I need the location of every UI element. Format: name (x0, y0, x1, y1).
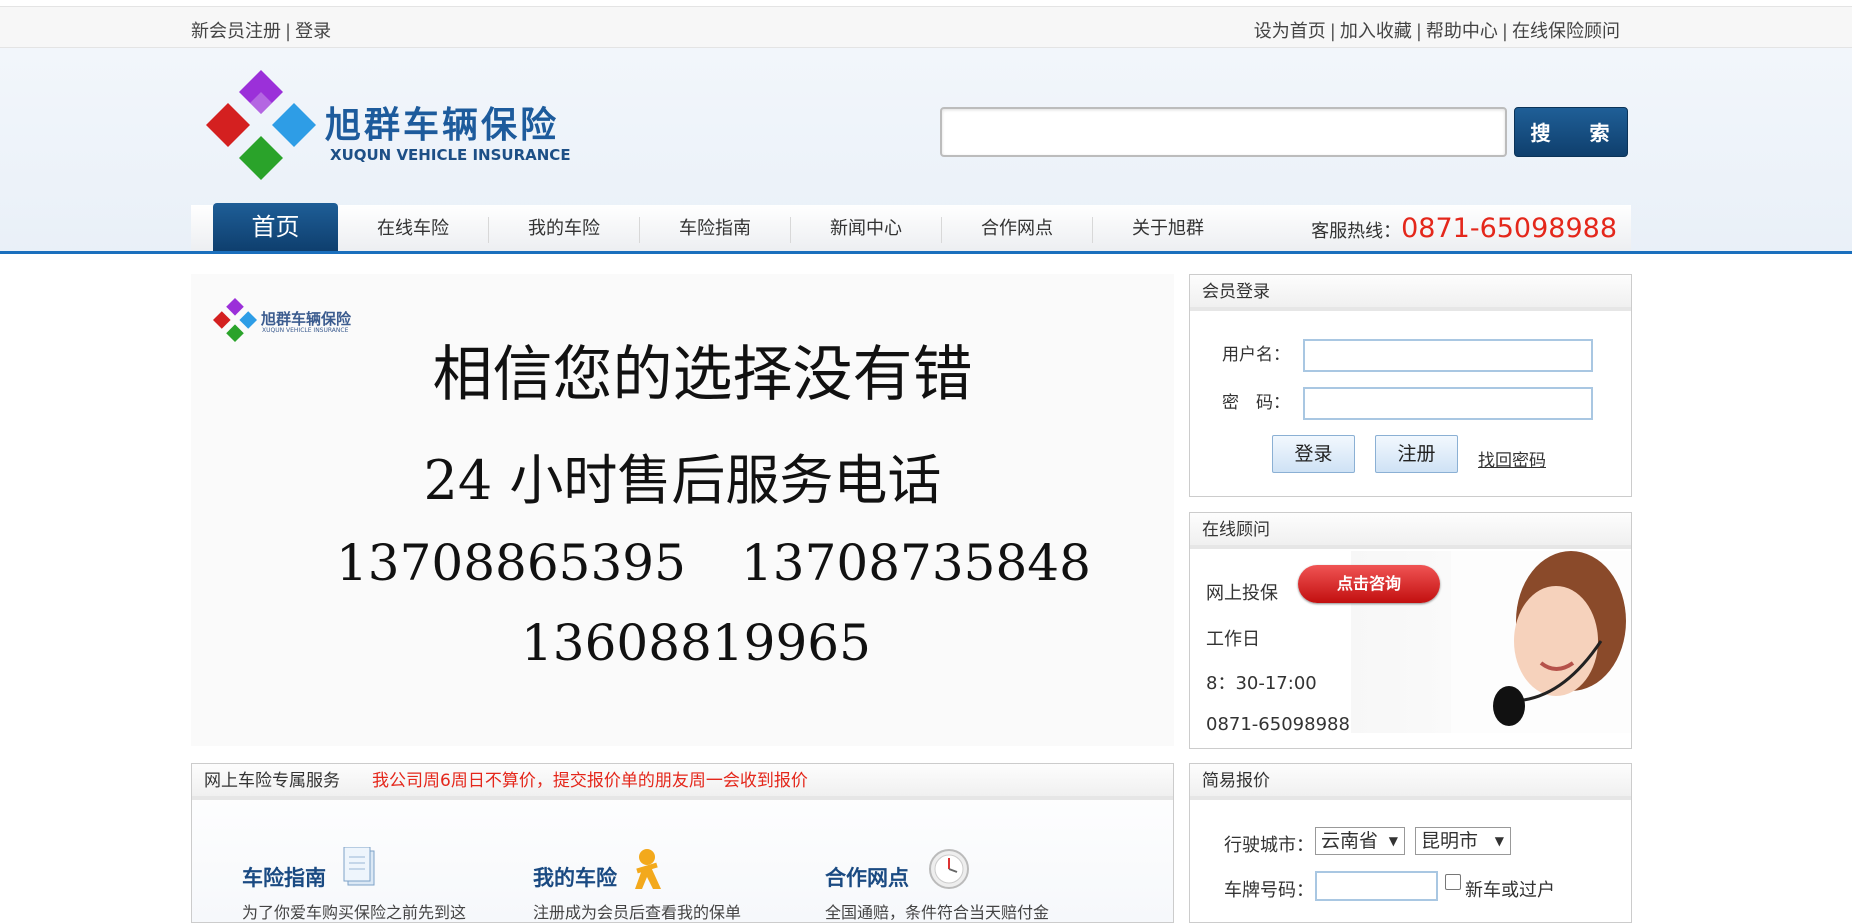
search-button[interactable]: 搜 索 (1514, 107, 1628, 157)
plate-number-input[interactable] (1315, 871, 1438, 901)
banner-service-title: 24 小时售后服务电话 (423, 449, 942, 512)
online-advisor-panel: 在线顾问 网上投保 点击咨询 工作日 8：30-17:00 0871-65098… (1189, 512, 1632, 749)
login-link[interactable]: 登录 (295, 21, 331, 42)
separator: | (285, 21, 292, 42)
clock-icon (929, 849, 969, 889)
advisor-panel-title: 在线顾问 (1190, 513, 1631, 549)
service-my-insurance-title[interactable]: 我的车险 (533, 862, 617, 892)
hotline-label: 客服热线： (1311, 221, 1402, 242)
member-links: 新会员注册 | 登录 (191, 17, 331, 43)
quick-quote-panel: 简易报价 行驶城市： 云南省 ▼ 昆明市 ▼ 车牌号码： 新车或过户 (1189, 763, 1632, 923)
username-label: 用户名： (1222, 345, 1290, 365)
banner-phone: 13608819965 (521, 614, 871, 672)
hero-banner[interactable]: 旭群车辆保险 XUQUN VEHICLE INSURANCE 相信您的选择没有错… (191, 274, 1174, 746)
brand-logo-icon[interactable] (206, 70, 316, 180)
register-button[interactable]: 注册 (1375, 435, 1458, 473)
register-link[interactable]: 新会员注册 (191, 21, 281, 42)
brand-name-en: XUQUN VEHICLE INSURANCE (330, 146, 571, 164)
online-insure-label: 网上投保 (1206, 583, 1278, 604)
document-icon (343, 847, 375, 886)
utility-links: 设为首页 | 加入收藏 | 帮助中心 | 在线保险顾问 (1254, 17, 1620, 43)
member-login-panel: 会员登录 用户名： 密 码： 登录 注册 找回密码 (1189, 274, 1632, 497)
service-panel-header: 网上车险专属服务 我公司周6周日不算价，提交报价单的朋友周一会收到报价 (192, 764, 1173, 800)
login-panel-title: 会员登录 (1190, 275, 1631, 311)
province-select[interactable]: 云南省 ▼ (1315, 827, 1405, 855)
chevron-down-icon: ▼ (1494, 834, 1504, 848)
nav-underline (0, 251, 1852, 254)
pricing-notice: 我公司周6周日不算价，提交报价单的朋友周一会收到报价 (372, 771, 808, 791)
service-guide-desc: 为了你爱车购买保险之前先到这 (242, 903, 467, 922)
new-car-checkbox[interactable] (1445, 874, 1461, 890)
service-partners-title[interactable]: 合作网点 (825, 862, 909, 892)
nav-item-partners[interactable]: 合作网点 (942, 205, 1092, 252)
password-input[interactable] (1303, 387, 1593, 420)
banner-slogan: 相信您的选择没有错 (432, 340, 973, 410)
hotline: 客服热线：0871-65098988 (1311, 205, 1617, 255)
nav-item-guide[interactable]: 车险指南 (640, 205, 790, 252)
work-hours: 8：30-17:00 (1206, 673, 1317, 694)
brand-name-cn: 旭群车辆保险 (325, 105, 560, 146)
separator: | (1329, 21, 1336, 42)
city-select[interactable]: 昆明市 ▼ (1415, 827, 1511, 855)
banner-phone: 13708735848 (741, 534, 1091, 592)
nav-item-news[interactable]: 新闻中心 (791, 205, 941, 252)
plate-label: 车牌号码： (1224, 880, 1314, 901)
separator: | (1501, 21, 1508, 42)
advisor-photo (1451, 551, 1631, 733)
workday-label: 工作日 (1206, 629, 1260, 650)
province-value: 云南省 (1321, 830, 1379, 852)
quote-panel-title: 简易报价 (1190, 764, 1631, 800)
search-input[interactable] (940, 107, 1507, 157)
hotline-number: 0871-65098988 (1401, 213, 1617, 244)
add-favorite-link[interactable]: 加入收藏 (1340, 21, 1412, 42)
set-home-link[interactable]: 设为首页 (1254, 21, 1326, 42)
nav-item-home[interactable]: 首页 (213, 203, 338, 252)
new-car-label: 新车或过户 (1465, 880, 1555, 901)
service-partners-desc: 全国通赔，条件符合当天赔付金 (825, 903, 1050, 922)
consult-button[interactable]: 点击咨询 (1298, 565, 1440, 603)
separator: | (1415, 21, 1422, 42)
service-my-insurance-desc: 注册成为会员后查看我的保单 (533, 903, 742, 922)
password-label: 密 码： (1222, 393, 1290, 413)
chevron-down-icon: ▼ (1388, 834, 1398, 848)
online-service-panel: 网上车险专属服务 我公司周6周日不算价，提交报价单的朋友周一会收到报价 车险指南 … (191, 763, 1174, 923)
forgot-password-link[interactable]: 找回密码 (1478, 446, 1546, 471)
nav-item-online-insurance[interactable]: 在线车险 (338, 205, 488, 252)
service-panel-title: 网上车险专属服务 (204, 771, 340, 791)
username-input[interactable] (1303, 339, 1593, 372)
top-utility-bar: 新会员注册 | 登录 设为首页 | 加入收藏 | 帮助中心 | 在线保险顾问 (0, 6, 1852, 48)
banner-phone: 13708865395 (336, 534, 686, 592)
user-icon (635, 849, 661, 889)
nav-item-about[interactable]: 关于旭群 (1093, 205, 1243, 252)
online-advisor-link[interactable]: 在线保险顾问 (1512, 21, 1620, 42)
main-nav: 首页 在线车险 我的车险 车险指南 新闻中心 合作网点 关于旭群 客服热线：08… (191, 203, 1631, 255)
advisor-phone: 0871-65098988 (1206, 714, 1350, 735)
help-center-link[interactable]: 帮助中心 (1426, 21, 1498, 42)
login-button[interactable]: 登录 (1272, 435, 1355, 473)
nav-item-my-insurance[interactable]: 我的车险 (489, 205, 639, 252)
service-guide-title[interactable]: 车险指南 (242, 862, 326, 892)
city-value: 昆明市 (1421, 830, 1479, 852)
city-label: 行驶城市： (1224, 835, 1314, 856)
